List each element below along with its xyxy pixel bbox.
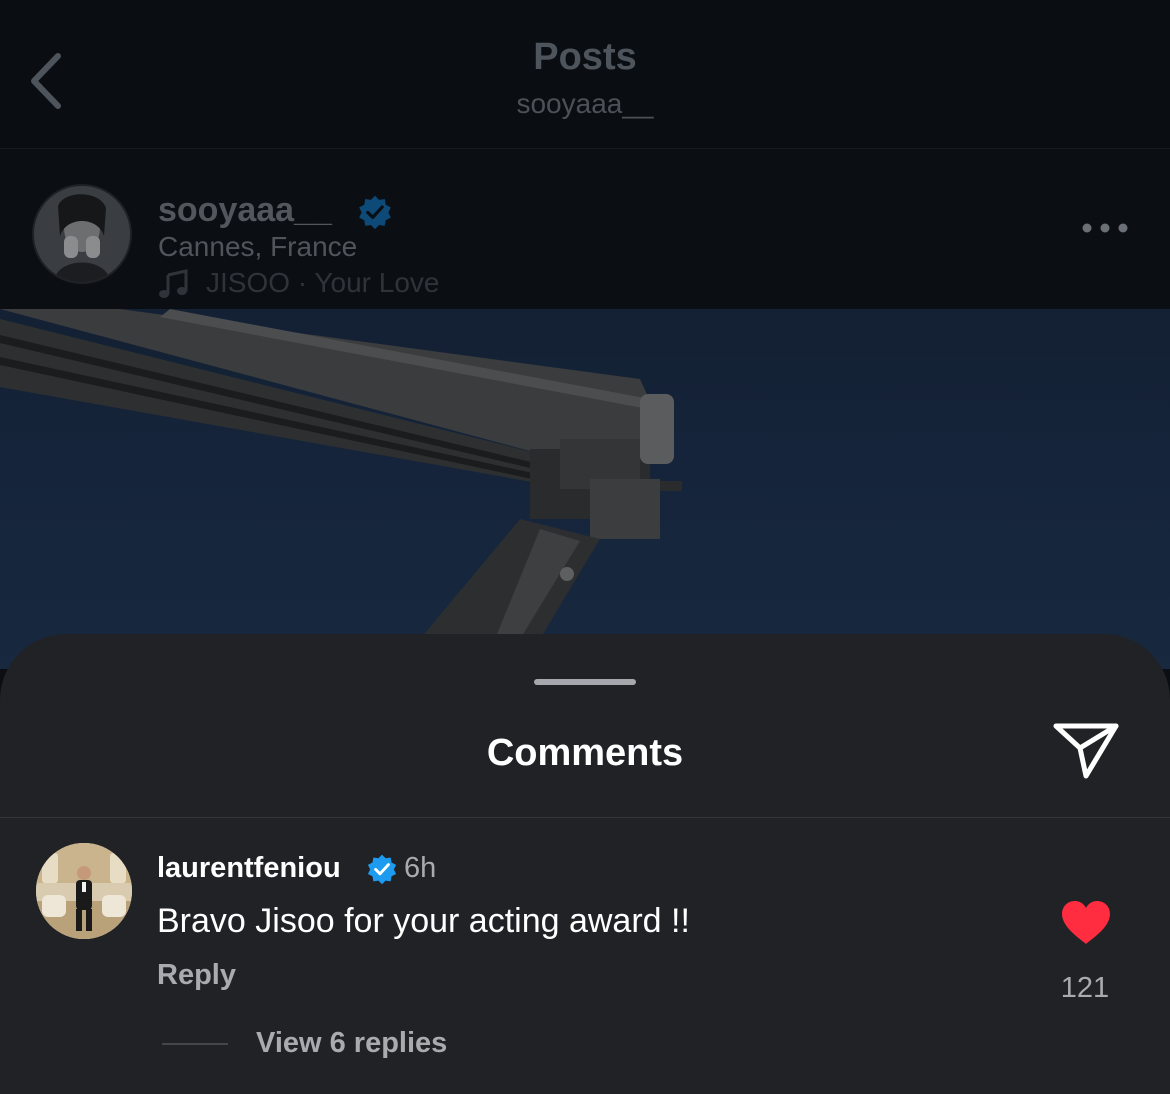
post-header: sooyaaa__ Cannes, France JISOO · Your Lo… (0, 149, 1170, 309)
divider (0, 817, 1170, 818)
commenter-avatar[interactable] (36, 843, 132, 939)
heart-icon[interactable] (1060, 900, 1112, 946)
like-count: 121 (1060, 972, 1110, 1004)
author-avatar[interactable] (32, 184, 132, 284)
post-photo (0, 309, 682, 639)
sheet-drag-handle[interactable] (534, 679, 636, 685)
comments-title: Comments (486, 732, 684, 774)
replies-divider-line (162, 1043, 228, 1045)
page-title: Posts (533, 36, 637, 78)
verified-badge-icon (359, 195, 391, 230)
post-image[interactable] (0, 309, 1170, 669)
top-navigation-bar: Posts sooyaaa__ (0, 0, 1170, 149)
comment-timestamp: 6h (404, 852, 437, 884)
music-note-icon (159, 269, 188, 298)
post-music-track[interactable]: JISOO · Your Love (206, 267, 439, 299)
reply-button[interactable]: Reply (157, 959, 236, 992)
send-icon[interactable] (1050, 718, 1122, 782)
comment-username[interactable]: laurentfeniou (157, 852, 341, 885)
view-replies-button[interactable]: View 6 replies (256, 1027, 447, 1060)
more-horizontal-icon[interactable] (1080, 221, 1130, 235)
comments-sheet: Comments laurentfeniou 6h Bravo Jisoo fo… (0, 634, 1170, 1094)
comment-text: Bravo Jisoo for your acting award !! (157, 902, 690, 940)
page-subtitle: sooyaaa__ (516, 88, 654, 119)
avatar-photo (36, 843, 132, 939)
verified-badge-icon (367, 854, 397, 885)
post-author-username[interactable]: sooyaaa__ (158, 191, 332, 230)
post-location[interactable]: Cannes, France (158, 231, 357, 263)
avatar-photo (34, 186, 130, 282)
